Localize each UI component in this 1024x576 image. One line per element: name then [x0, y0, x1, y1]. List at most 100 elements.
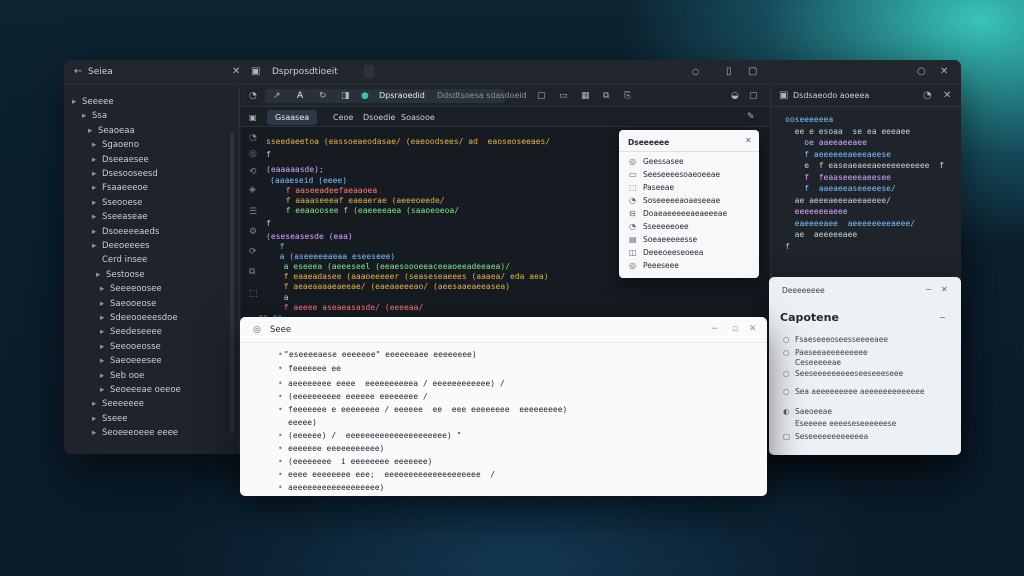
code-line[interactable]: f [270, 242, 285, 252]
context-menu-item[interactable]: ⊟ Doaeaeeeeeaeaeeeae [629, 209, 727, 219]
code-line[interactable]: (eseseasesde (eaa) [266, 232, 353, 242]
tree-item[interactable]: ▸ Seoeeeoeee eeee [92, 428, 178, 438]
tree-item[interactable]: ▸ Sseooese [92, 198, 142, 208]
tree-item[interactable]: ▸ Seeooeosse [100, 342, 161, 352]
code-line[interactable]: f [266, 219, 271, 229]
toolbar-label[interactable]: Dpsraoedid [379, 91, 425, 100]
chevron-right-icon[interactable]: ▸ [82, 111, 92, 121]
context-menu-close-icon[interactable]: ✕ [745, 136, 752, 145]
tree-item[interactable]: ▸ Seeeeeee [92, 399, 144, 409]
tree-item[interactable]: ▸ Dsoeeeeaeds [92, 227, 159, 237]
gutter-icon-1[interactable]: ◔ [249, 133, 257, 143]
grid-icon[interactable]: ▢ [748, 67, 757, 77]
tree-item[interactable]: ▸ Fsaaeeeoe [92, 183, 148, 193]
chevron-right-icon[interactable]: ▸ [100, 356, 110, 366]
chevron-right-icon[interactable]: ▸ [96, 270, 106, 280]
edit-icon[interactable]: ✎ [747, 112, 755, 122]
dialog-minimize-icon[interactable]: − [711, 324, 719, 334]
chevron-right-icon[interactable]: ▸ [72, 97, 82, 107]
dialog-code-line[interactable]: eeeee) [288, 418, 317, 427]
window-close-icon[interactable]: ✕ [940, 67, 948, 77]
tree-item[interactable]: ▸ Deeoeeees [92, 241, 150, 251]
tree-item[interactable]: ▸ Seaoeaa [88, 126, 135, 136]
tree-item[interactable]: ▸ Seoeeeae oeeoe [100, 385, 181, 395]
right-close-icon[interactable]: ✕ [943, 91, 951, 101]
dialog-code-line[interactable]: eeeeeee eeeeeeeeeee) [288, 444, 384, 453]
code-line[interactable]: sseedaeetoa (eassoeaeodasae/ (eaeoodsees… [266, 137, 550, 147]
code-line[interactable]: f aaseeadeefaeaaoea [276, 186, 378, 196]
tree-item[interactable]: ▸ Saeooeose [100, 299, 156, 309]
chevron-right-icon[interactable]: ▸ [100, 327, 110, 337]
chevron-right-icon[interactable]: ▸ [100, 284, 110, 294]
gutter-icon-5[interactable]: ☰ [249, 207, 257, 217]
gutter-icon-9[interactable]: ⬚ [249, 289, 258, 299]
chevron-right-icon[interactable]: ▸ [100, 371, 110, 381]
dialog-code-line[interactable]: eeee eeeeeeee eee; eeeeeeeeeeeeeeeeeeee … [288, 470, 495, 479]
window-tab-title[interactable]: Dsprposdtioeit [272, 67, 338, 77]
dialog-code-line[interactable]: feeeeeee ee [288, 364, 341, 373]
code-line[interactable]: a [274, 293, 289, 303]
dialog-code-line[interactable]: feeeeeee e eeeeeeee / eeeeee ee eee eeee… [288, 405, 567, 414]
chevron-right-icon[interactable]: ▸ [100, 299, 110, 309]
dialog-code-line[interactable]: aeeeeeeee eeee eeeeeeeeeea / eeeeeeeeeee… [288, 379, 505, 388]
dialog-code-line[interactable]: (eeeeeeee i eeeeeeee eeeeeee) [288, 457, 433, 466]
link-icon[interactable]: ⧉ [603, 91, 609, 101]
gutter-icon-7[interactable]: ⟳ [249, 247, 257, 257]
tree-item[interactable]: ▸ Sseeaseae [92, 212, 148, 222]
chevron-right-icon[interactable]: ▸ [100, 313, 110, 323]
chevron-right-icon[interactable]: ▸ [92, 399, 102, 409]
context-menu-item[interactable]: ◔ Sseeeeeoee [629, 222, 689, 232]
dialog-code-line[interactable]: (eeeeeeeeee eeeeee eeeeeeee / [288, 392, 428, 401]
chevron-right-icon[interactable]: ▸ [92, 169, 102, 179]
dialog-maximize-icon[interactable]: ▫ [732, 324, 738, 334]
redo-icon[interactable]: ↗ [273, 91, 281, 101]
chevron-right-icon[interactable]: ▸ [100, 385, 110, 395]
tab-0[interactable]: Gsaasea [267, 110, 318, 125]
code-line[interactable]: f aeeee aseaeasasde/ (eeeeaa/ [274, 303, 424, 313]
code-line[interactable]: a eseeea (aeeeseel (eeaesoooeeaceeaoeead… [274, 262, 510, 272]
gutter-icon-2[interactable]: ◎ [249, 149, 257, 159]
gutter-icon-6[interactable]: ⚙ [249, 227, 257, 237]
format-icon[interactable]: A [297, 91, 303, 101]
details-collapse-icon[interactable]: − [939, 313, 946, 322]
chevron-right-icon[interactable]: ▸ [92, 140, 102, 150]
context-menu-item[interactable]: ⬚ Paseeae [629, 183, 674, 193]
dialog-code-line[interactable]: "eseeeeaese eeeeeee" eeeeeeaee eeeeeeee) [284, 350, 477, 359]
status-dot-icon[interactable]: ● [361, 91, 369, 101]
chevron-right-icon[interactable]: ▸ [92, 414, 102, 424]
code-line[interactable]: f [266, 150, 271, 160]
more-icon[interactable]: ▢ [749, 91, 758, 101]
split-icon[interactable]: ▯ [726, 67, 732, 77]
chevron-right-icon[interactable]: ▸ [92, 198, 102, 208]
context-menu-item[interactable]: ◎ Peeeseee [629, 261, 679, 271]
context-menu-item[interactable]: ▭ Seeseeeesoaeoeeae [629, 170, 720, 180]
clipboard-icon[interactable]: ⎘ [624, 91, 631, 101]
chevron-right-icon[interactable]: ▸ [92, 155, 102, 165]
status-circle-icon[interactable]: ○ [917, 67, 926, 77]
chevron-right-icon[interactable]: ▸ [92, 183, 102, 193]
tree-item[interactable]: ▸ Seb ooe [100, 371, 144, 381]
details-minimize-icon[interactable]: − [925, 285, 932, 294]
square-icon[interactable]: ▢ [537, 91, 546, 101]
back-arrow-icon[interactable]: ← [74, 67, 82, 77]
chevron-right-icon[interactable]: ▸ [92, 212, 102, 222]
tree-item[interactable]: ▸ Dsesooseesd [92, 169, 158, 179]
code-line[interactable]: f aaaaseeeaf eaeaerae (aeeeoeede/ [276, 196, 445, 206]
gutter-icon-8[interactable]: ⧉ [249, 267, 255, 277]
tab-3[interactable]: Soasooe [393, 110, 443, 125]
dialog-code-line[interactable]: aeeeeeeeeeeeeeeeeee) [288, 483, 384, 492]
tree-item[interactable]: ▸ Sestoose [96, 270, 144, 280]
split-view-icon[interactable]: ◨ [341, 91, 350, 101]
code-line[interactable]: (eaaaaasde); [266, 165, 324, 175]
chevron-right-icon[interactable]: ▸ [92, 428, 102, 438]
tree-item[interactable]: ▸ Seeeee [72, 97, 114, 107]
chat-icon[interactable]: ▭ [559, 91, 568, 101]
code-line[interactable]: f aeaeaaaaeaeeae/ (eaeaaeeeao/ (aeesaaea… [274, 282, 510, 292]
dialog-code-line[interactable]: (eeeeee) / eeeeeeeeeeeeeeeeeeeee) " [288, 431, 461, 440]
code-line[interactable]: (aaaeseid (eeee) [270, 176, 347, 186]
context-menu-item[interactable]: ▤ Soeaeeeeesse [629, 235, 697, 245]
context-menu-item[interactable]: ◎ Geessasee [629, 157, 684, 167]
tree-item[interactable]: ▸ Sdeeooeeesdoe [100, 313, 178, 323]
chevron-right-icon[interactable]: ▸ [92, 241, 102, 251]
circle-icon[interactable]: ○ [692, 67, 699, 77]
